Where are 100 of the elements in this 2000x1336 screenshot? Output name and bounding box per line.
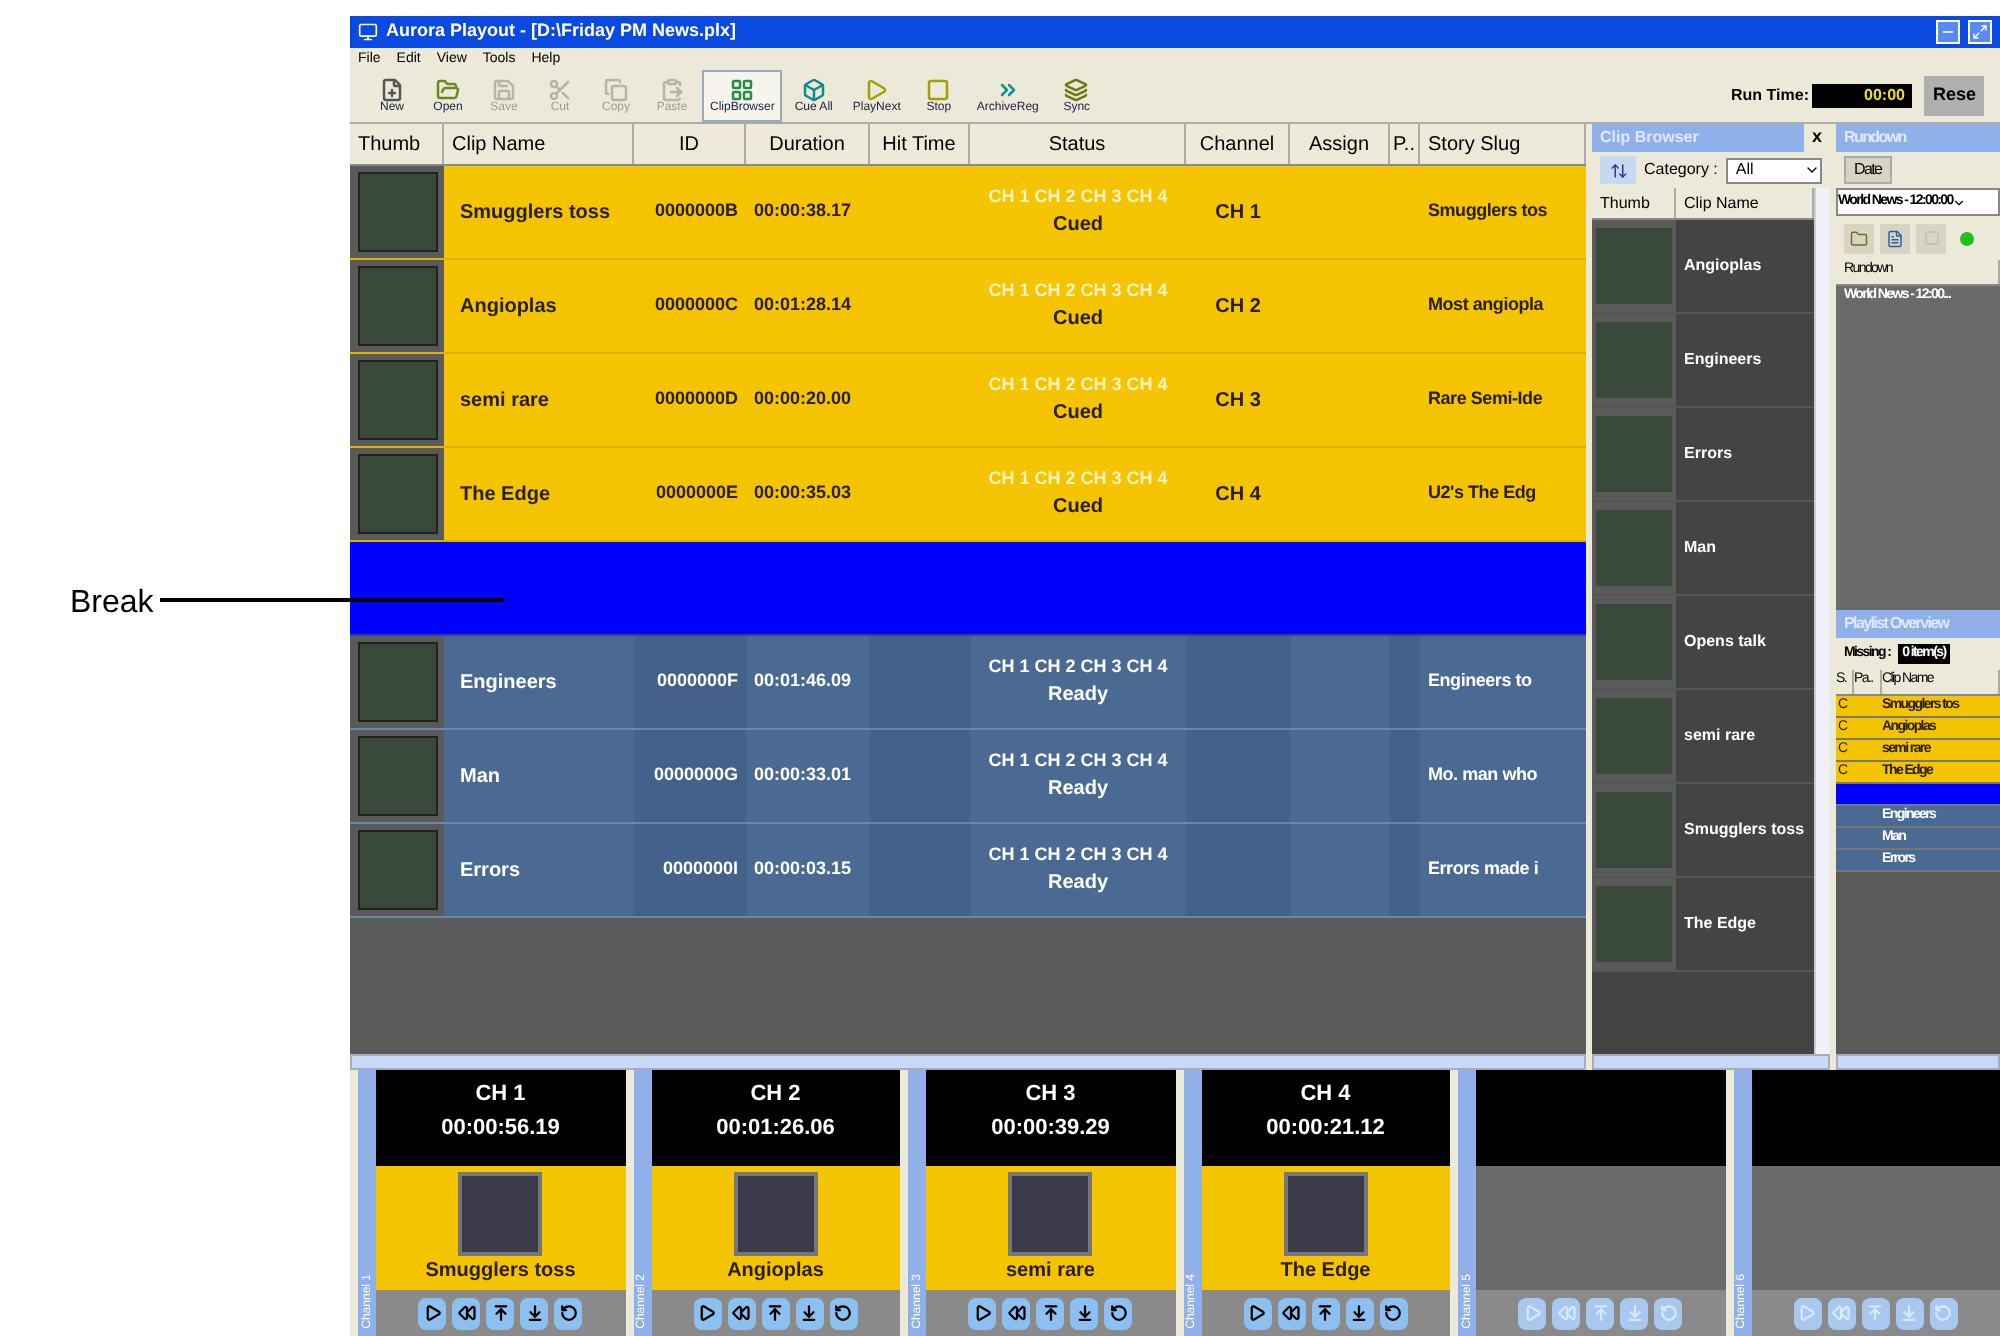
column-header[interactable]: Thumb [1592,188,1676,218]
playlist-row[interactable]: Man 0000000G 00:00:33.01 CH 1 CH 2 CH 3 CH 4 Ready Mo. man who [350,730,1586,824]
up-arrow-icon [1866,1304,1885,1322]
clip-list-item[interactable]: The Edge [1592,878,1814,972]
channel-list: CH 1 CH 2 CH 3 CH 4 [988,371,1168,399]
clip-list-item[interactable]: semi rare [1592,690,1814,784]
status-text: Ready [1047,776,1108,805]
down-arrow-icon [1075,1304,1094,1322]
loop-button[interactable] [829,1297,858,1329]
play-button[interactable] [418,1297,447,1329]
sort-button[interactable] [1600,156,1636,184]
clip-name: Smugglers toss [425,1257,576,1285]
thumbnail-photo [357,360,437,440]
table-cell-text: The Edge [458,481,553,509]
clip-list-item[interactable]: Engineers [1592,314,1814,408]
status-light-icon [1960,231,1974,245]
rewind-button[interactable] [452,1297,481,1329]
column-header[interactable]: Story Slug [1420,124,1586,164]
panel-title: Rundown [1842,126,1909,150]
column-header[interactable]: Channel [1186,124,1290,164]
column-header[interactable]: Duration [746,124,870,164]
column-header[interactable]: ID [634,124,746,164]
table-cell-text: 0000000C [654,292,738,319]
thumbnail-photo [1596,510,1672,586]
category-dropdown[interactable]: All [1725,157,1822,183]
up-arrow-button[interactable] [761,1297,790,1329]
thumbnail-photo [1596,228,1672,304]
clip-list-item[interactable]: Man [1592,502,1814,596]
thumbnail-photo [1596,698,1672,774]
folder-button[interactable] [1844,223,1874,253]
table-cell-text: Smugglers toss [458,199,613,227]
loop-button[interactable] [554,1297,583,1329]
date-button[interactable]: Date [1844,156,1892,184]
column-header[interactable]: Thumb [350,124,444,164]
table-cell-text: Mo. man who [1426,762,1540,789]
down-arrow-button[interactable] [795,1297,824,1329]
up-arrow-button[interactable] [486,1297,515,1329]
document-button[interactable] [1880,223,1910,253]
square-icon [1923,230,1939,246]
channel-list: CH 1 CH 2 CH 3 CH 4 [988,277,1168,305]
play-icon [423,1304,442,1322]
clip-list-item[interactable]: Opens talk [1592,596,1814,690]
close-button[interactable]: x [1803,124,1830,152]
play-icon [1523,1304,1542,1322]
maximize-button[interactable] [1968,20,1992,44]
thumbnail-photo [1596,792,1672,868]
minimize-button[interactable] [1936,20,1960,44]
up-arrow-icon [491,1304,510,1322]
down-arrow-icon [1625,1304,1644,1322]
reset-button[interactable]: Rese [1924,75,1984,115]
paste-icon [660,77,684,101]
clip-list-item[interactable]: Smugglers toss [1592,784,1814,878]
down-arrow-button[interactable] [1070,1297,1099,1329]
table-cell-text: Rare Semi-Ide [1426,386,1545,413]
vertical-scrollbar[interactable] [1814,188,1830,1054]
playlist-row[interactable]: The Edge 0000000E 00:00:35.03 CH 1 CH 2 CH 3 CH 4 Cued CH 4 U2's The Edg [350,448,1586,542]
up-arrow-icon [766,1304,785,1322]
table-cell-text: Angioplas [458,293,559,321]
clip-list-item[interactable]: Errors [1592,408,1814,502]
loop-button[interactable] [1379,1297,1408,1329]
horizontal-scrollbar[interactable] [1592,1054,1830,1070]
loop-button[interactable] [1104,1297,1133,1329]
play-button[interactable] [968,1297,997,1329]
folder-icon [1850,229,1868,247]
playlist-row[interactable]: Engineers 0000000F 00:01:46.09 CH 1 CH 2 CH 3 CH 4 Ready Engineers to [350,636,1586,730]
playlist-row[interactable]: Angioplas 0000000C 00:01:28.14 CH 1 CH 2 CH 3 CH 4 Cued CH 2 Most angiopla [350,260,1586,354]
channel-name: CH 2 [750,1080,801,1110]
thumbnail-photo [1008,1171,1093,1255]
window-title: Aurora Playout - [D:\Friday PM News.plx] [386,18,737,45]
playlist-row[interactable]: Smugglers toss 0000000B 00:00:38.17 CH 1 CH 2 CH 3 CH 4 Cued CH 1 Smugglers tos [350,166,1586,260]
column-header[interactable]: P.. [1390,124,1420,164]
column-header[interactable]: Status [970,124,1186,164]
clip-list-item[interactable]: Angioplas [1592,220,1814,314]
table-cell-text: Most angiopla [1426,292,1546,319]
column-header[interactable]: Hit Time [870,124,970,164]
thumbnail-photo [458,1171,543,1255]
channel-timecode: 00:00:21.12 [1266,1113,1385,1143]
column-header[interactable]: Clip Name [444,124,634,164]
rewind-button[interactable] [1002,1297,1031,1329]
run-time-display: 00:00 [1812,83,1913,107]
column-header[interactable]: Assign [1290,124,1390,164]
rewind-button[interactable] [1277,1297,1306,1329]
loop-icon [834,1304,853,1322]
stop-icon [926,77,951,101]
rewind-button[interactable] [727,1297,756,1329]
play-button[interactable] [693,1297,722,1329]
table-cell-text: 0000000G [653,762,738,789]
copy-icon [604,77,628,101]
scissors-icon [548,77,572,101]
horizontal-scrollbar[interactable] [350,1054,1586,1070]
up-arrow-button[interactable] [1311,1297,1340,1329]
play-button[interactable] [1243,1297,1272,1329]
down-arrow-button[interactable] [1345,1297,1374,1329]
horizontal-scrollbar[interactable] [1836,1054,2000,1070]
playlist-row[interactable]: semi rare 0000000D 00:00:20.00 CH 1 CH 2 CH 3 CH 4 Cued CH 3 Rare Semi-Ide [350,354,1586,448]
up-arrow-button[interactable] [1036,1297,1065,1329]
playlist-row[interactable]: Errors 0000000I 00:00:03.15 CH 1 CH 2 CH 3 CH 4 Ready Errors made i [350,824,1586,918]
thumbnail-photo [1596,416,1672,492]
channel-name: CH 4 [1300,1080,1351,1110]
down-arrow-button[interactable] [520,1297,549,1329]
